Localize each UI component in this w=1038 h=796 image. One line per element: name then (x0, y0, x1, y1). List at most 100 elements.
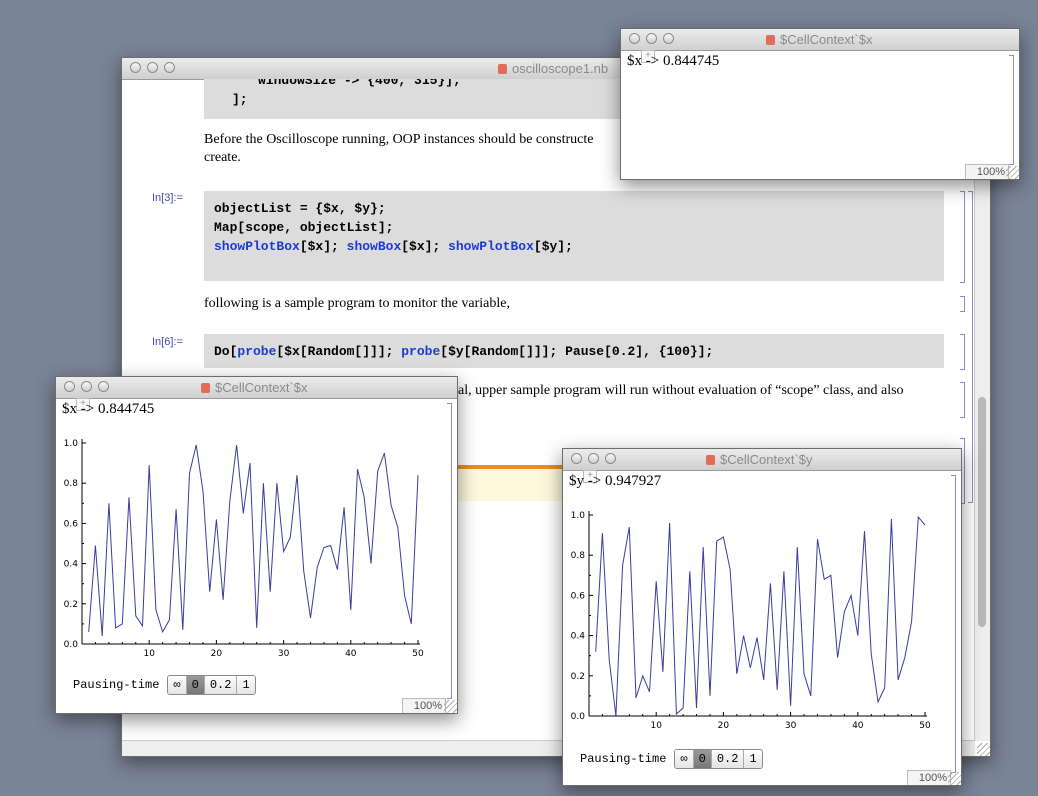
x-pausing-control: Pausing-time ∞ 0 0.2 1 (73, 675, 256, 695)
zoom-button[interactable] (164, 62, 175, 73)
cell-bracket[interactable] (960, 191, 965, 283)
close-button[interactable] (629, 33, 640, 44)
y-plot-window: $CellContext`$y + $y -> 0.947927 0.0 0.2 0… (562, 448, 962, 786)
zoom-level[interactable]: 100% (402, 698, 446, 713)
func-showBox: showBox (346, 239, 402, 254)
x-tick-label: 50 (919, 721, 931, 731)
description-text-2[interactable]: following is a sample program to monitor… (204, 295, 510, 313)
x-tick-label: 40 (345, 649, 357, 659)
y-tick-label: 0.8 (64, 479, 79, 489)
zoom-level[interactable]: 100% (965, 164, 1009, 179)
cell-bracket[interactable] (1009, 55, 1014, 165)
x-plot-title: $CellContext`$x (201, 380, 308, 395)
resize-handle[interactable] (1006, 166, 1019, 179)
resize-handle[interactable] (444, 700, 457, 713)
cell3-arg: [$x]; (401, 239, 449, 254)
pausing-option-0.2[interactable]: 0.2 (204, 676, 238, 694)
y-tick-label: 0.0 (64, 640, 79, 650)
pausing-time-selector[interactable]: ∞ 0 0.2 1 (167, 675, 256, 695)
y-tick-label: 1.0 (571, 511, 586, 521)
y-pausing-control: Pausing-time ∞ 0 0.2 1 (580, 749, 763, 769)
top-x-title-text: $CellContext`$x (780, 32, 873, 47)
x-tick-label: 50 (412, 649, 424, 659)
input-cell-3[interactable]: objectList = {$x, $y}; Map[scope, object… (204, 191, 944, 281)
x-readout: $x -> 0.844745 (62, 401, 155, 417)
resize-handle[interactable] (977, 743, 990, 756)
doc-icon (706, 455, 715, 465)
close-button[interactable] (571, 453, 582, 464)
close-button[interactable] (130, 62, 141, 73)
x-tick-label: 20 (211, 649, 223, 659)
zoom-level[interactable]: 100% (907, 770, 951, 785)
notebook-title: oscilloscope1.nb (498, 61, 608, 76)
notebook-doc-icon (498, 64, 507, 74)
x-tick-label: 40 (852, 721, 864, 731)
y-tick-label: 0.8 (571, 551, 586, 561)
cell-bracket[interactable] (951, 475, 956, 773)
func-probe: probe (237, 344, 277, 359)
y-plot-title-text: $CellContext`$y (720, 452, 813, 467)
y-tick-label: 0.4 (571, 632, 586, 642)
cell3-line1: objectList = {$x, $y}; (214, 201, 386, 216)
y-plot-titlebar[interactable]: $CellContext`$y (563, 449, 961, 471)
cell-bracket[interactable] (960, 296, 965, 312)
input-label-6: In[6]:= (152, 336, 183, 348)
y-plot-chart-wrapper: 0.0 0.2 0.4 0.6 0.8 1.0 10 20 30 40 50 (563, 507, 943, 742)
zoom-button[interactable] (663, 33, 674, 44)
minimize-button[interactable] (147, 62, 158, 73)
scrollbar-thumb[interactable] (978, 397, 986, 627)
cell3-arg: [$x]; (299, 239, 347, 254)
description-text-1[interactable]: Before the Oscilloscope running, OOP ins… (204, 131, 644, 167)
cell-bracket[interactable] (447, 403, 452, 699)
window-controls (130, 62, 175, 73)
x-plot-chart: 0.0 0.2 0.4 0.6 0.8 1.0 10 20 30 40 50 (64, 439, 424, 659)
description-text-3[interactable]: bal, upper sample program will run witho… (451, 382, 904, 400)
minimize-button[interactable] (588, 453, 599, 464)
series-line (88, 444, 419, 637)
y-plot-chart: 0.0 0.2 0.4 0.6 0.8 1.0 10 20 30 40 50 (571, 511, 931, 731)
y-readout: $y -> 0.947927 (569, 473, 662, 489)
input-cell-6[interactable]: Do[probe[$x[Random[]]]; probe[$y[Random[… (204, 334, 944, 368)
doc-icon (201, 383, 210, 393)
zoom-button[interactable] (605, 453, 616, 464)
top-x-title: $CellContext`$x (766, 32, 873, 47)
resize-handle[interactable] (948, 772, 961, 785)
x-tick-label: 10 (143, 649, 155, 659)
cell3-line2: Map[scope, objectList]; (214, 220, 394, 235)
zoom-button[interactable] (98, 381, 109, 392)
cell-bracket[interactable] (960, 334, 965, 370)
pausing-option-0[interactable]: 0 (186, 676, 205, 694)
pausing-option-infinity[interactable]: ∞ (168, 676, 187, 694)
pausing-time-selector[interactable]: ∞ 0 0.2 1 (674, 749, 763, 769)
description-text-1-line2: create. (204, 150, 241, 165)
x-tick-label: 30 (278, 649, 290, 659)
description-text-1-line1: Before the Oscilloscope running, OOP ins… (204, 132, 594, 147)
pausing-option-1[interactable]: 1 (237, 676, 255, 694)
y-tick-label: 0.0 (571, 712, 586, 722)
x-tick-label: 10 (650, 721, 662, 731)
pausing-time-label: Pausing-time (73, 678, 160, 692)
notebook-title-text: oscilloscope1.nb (512, 61, 609, 76)
cell6-rest: [$y[Random[]]]; Pause[0.2], {100}]; (440, 344, 714, 359)
cell3-arg: [$y]; (533, 239, 573, 254)
func-probe: probe (401, 344, 441, 359)
y-tick-label: 0.4 (64, 560, 79, 570)
x-plot-titlebar[interactable]: $CellContext`$x (56, 377, 457, 399)
y-tick-label: 1.0 (64, 439, 79, 449)
pausing-option-0.2[interactable]: 0.2 (711, 750, 745, 768)
pausing-option-1[interactable]: 1 (744, 750, 762, 768)
y-plot-title: $CellContext`$y (706, 452, 813, 467)
pausing-option-0[interactable]: 0 (693, 750, 712, 768)
window-controls (64, 381, 109, 392)
window-controls (629, 33, 674, 44)
pausing-option-infinity[interactable]: ∞ (675, 750, 694, 768)
minimize-button[interactable] (81, 381, 92, 392)
func-showPlotBox: showPlotBox (448, 239, 534, 254)
pausing-time-label: Pausing-time (580, 752, 667, 766)
minimize-button[interactable] (646, 33, 657, 44)
cell6-do: Do[ (214, 344, 238, 359)
cell-bracket[interactable] (960, 382, 965, 418)
group-bracket[interactable] (968, 191, 973, 503)
top-x-titlebar[interactable]: $CellContext`$x (621, 29, 1019, 51)
close-button[interactable] (64, 381, 75, 392)
